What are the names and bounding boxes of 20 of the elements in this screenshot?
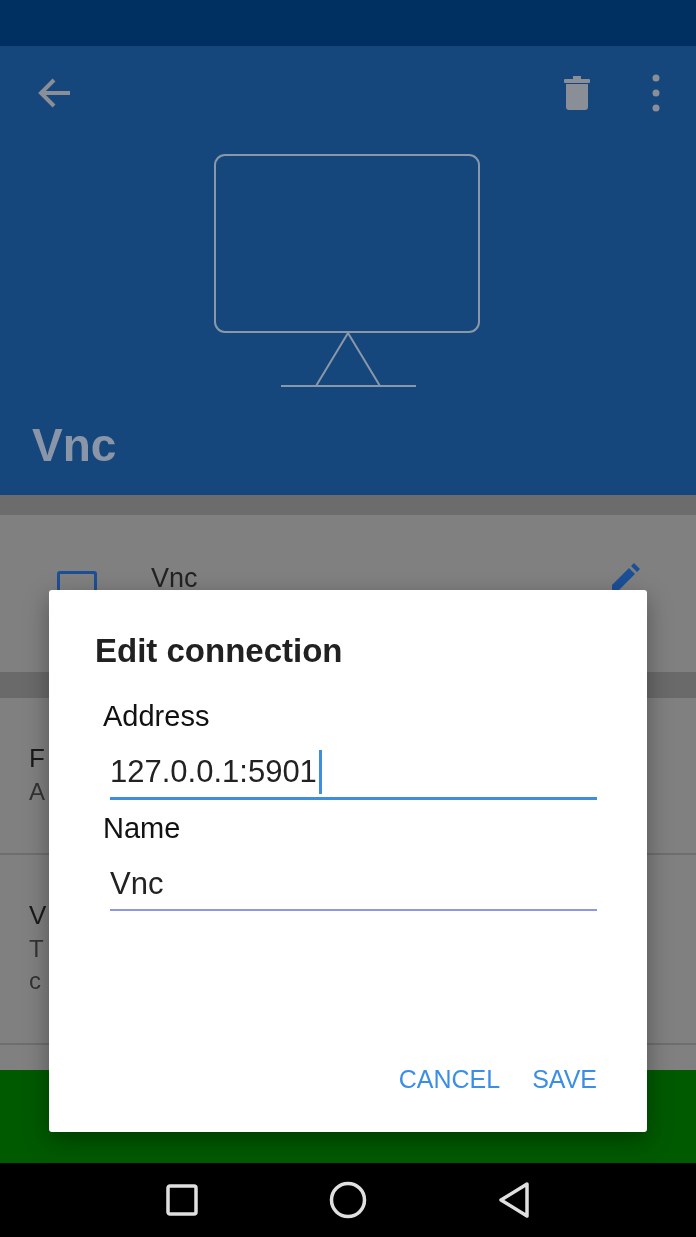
more-options-icon[interactable] bbox=[652, 74, 660, 112]
recents-icon[interactable] bbox=[165, 1184, 198, 1216]
back-arrow-icon[interactable] bbox=[38, 78, 72, 108]
setting-title: V bbox=[29, 900, 47, 931]
setting-title: F bbox=[29, 743, 45, 774]
field-label: Name bbox=[103, 812, 182, 845]
connection-title: Vnc bbox=[31, 418, 118, 472]
home-icon[interactable] bbox=[329, 1181, 367, 1219]
trash-icon[interactable] bbox=[564, 76, 590, 110]
setting-subtitle: c bbox=[29, 967, 41, 995]
monitor-icon bbox=[214, 154, 482, 388]
dialog-title: Edit connection bbox=[95, 632, 344, 670]
text-field[interactable]: Vnc bbox=[110, 859, 597, 911]
setting-subtitle: A bbox=[29, 778, 45, 806]
text-field[interactable]: 127.0.0.1:5901 bbox=[110, 747, 597, 800]
back-icon[interactable] bbox=[498, 1182, 531, 1218]
setting-subtitle: T bbox=[29, 935, 44, 963]
connection-name: Vnc bbox=[151, 563, 198, 594]
field-label: Address bbox=[103, 700, 211, 733]
pencil-icon[interactable] bbox=[612, 563, 640, 591]
